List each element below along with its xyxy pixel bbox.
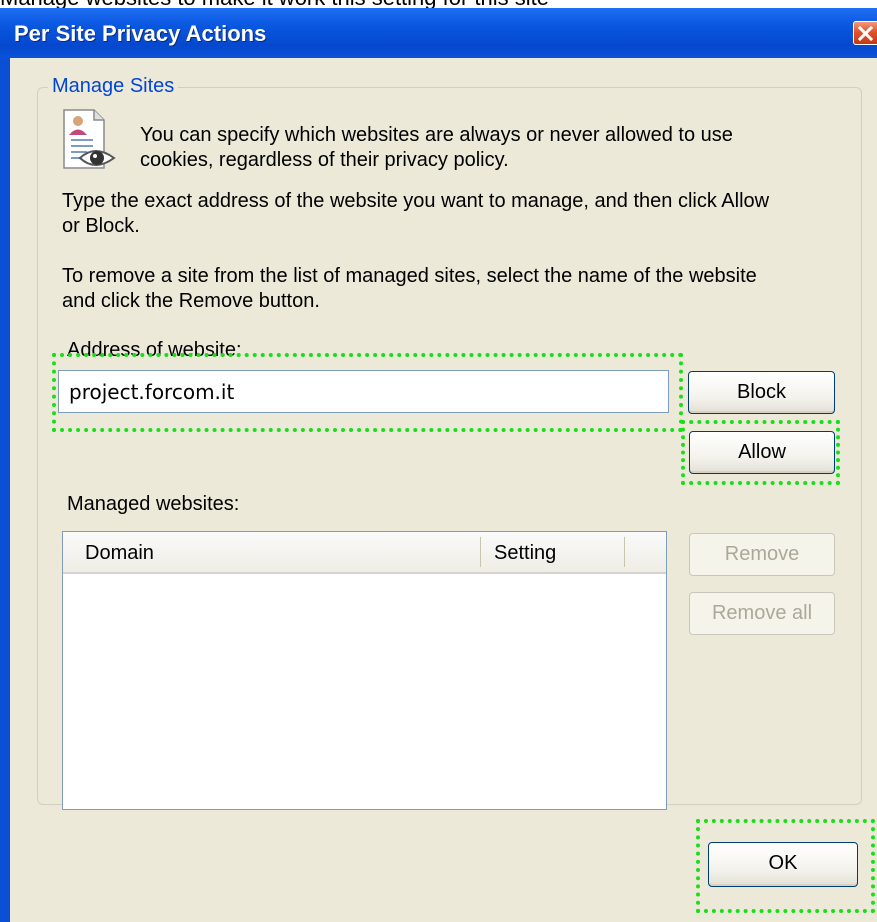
remove-instructions-line-1: To remove a site from the list of manage…	[62, 265, 757, 287]
column-setting[interactable]: Setting	[494, 542, 556, 565]
column-divider	[480, 537, 481, 567]
privacy-dialog: Per Site Privacy Actions Manage Sites Yo…	[0, 8, 877, 922]
allow-button[interactable]: Allow	[689, 431, 835, 474]
ok-label: OK	[768, 852, 798, 874]
instructions-line-2: or Block.	[62, 215, 140, 237]
close-icon	[858, 26, 873, 41]
address-label: Address of website:	[67, 339, 242, 361]
ok-button[interactable]: OK	[708, 842, 858, 887]
remove-all-button[interactable]: Remove all	[689, 592, 835, 635]
remove-instructions-line-2: and click the Remove button.	[62, 290, 320, 312]
block-button[interactable]: Block	[688, 371, 835, 414]
remove-label: Remove	[724, 543, 800, 565]
window-title: Per Site Privacy Actions	[14, 21, 267, 46]
column-divider	[624, 537, 625, 567]
background-caption: Manage websites to make it work this set…	[0, 0, 877, 8]
instructions-line-1: Type the exact address of the website yo…	[62, 190, 770, 212]
intro-line-1: You can specify which websites are alway…	[140, 124, 733, 146]
title-bar: Per Site Privacy Actions	[0, 8, 877, 58]
address-input[interactable]	[59, 371, 668, 412]
block-label: Block	[737, 381, 786, 403]
column-domain[interactable]: Domain	[85, 542, 154, 565]
remove-all-label: Remove all	[711, 602, 813, 624]
managed-websites-list[interactable]: Domain Setting	[62, 531, 667, 810]
allow-label: Allow	[738, 441, 786, 463]
dialog-body: Manage Sites You can specify which websi…	[10, 58, 877, 922]
remove-button[interactable]: Remove	[689, 533, 835, 576]
group-title: Manage Sites	[48, 75, 179, 98]
close-button[interactable]	[853, 21, 877, 45]
document-eye-icon	[63, 109, 116, 169]
managed-websites-label: Managed websites:	[67, 493, 240, 515]
address-field[interactable]	[58, 370, 669, 413]
list-header: Domain Setting	[63, 532, 666, 574]
intro-line-2: cookies, regardless of their privacy pol…	[140, 149, 509, 171]
